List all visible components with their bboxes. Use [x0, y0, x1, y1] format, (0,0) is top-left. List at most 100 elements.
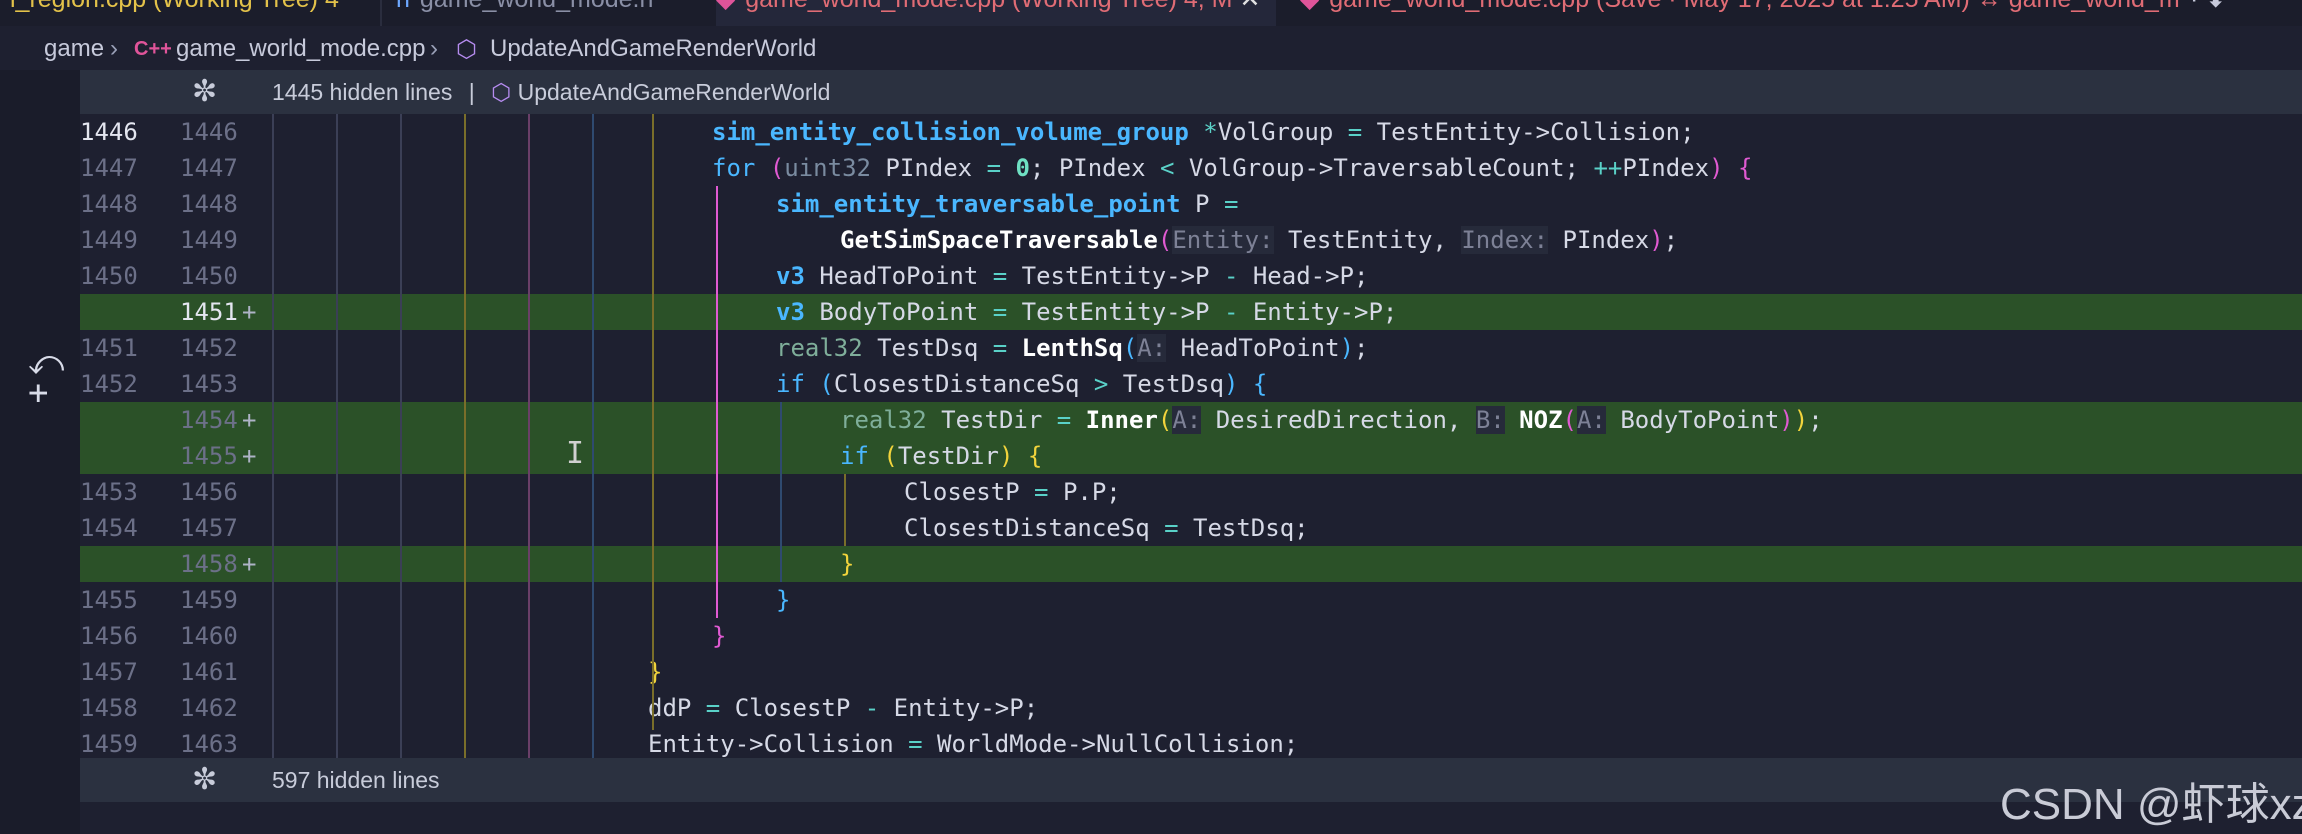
new-line-number: 1454	[180, 406, 238, 434]
indent-guide	[336, 114, 338, 758]
new-line-number: 1462	[180, 694, 238, 722]
old-line-number: 1454	[80, 514, 138, 542]
new-line-number: 1455	[180, 442, 238, 470]
code-line[interactable]: 1459 1463 Entity->Collision = WorldMode->N…	[80, 726, 2302, 762]
added-marker: +	[242, 442, 257, 470]
added-line[interactable]: 1455 + if (TestDir) {	[80, 438, 2302, 474]
code-line[interactable]: 1452 1453 if (ClosestDistanceSq > TestDsq)…	[80, 366, 2302, 402]
new-line-number: 1458	[180, 550, 238, 578]
cpp-file-icon: C++	[134, 38, 172, 60]
code-text: for (uint32 PIndex = 0; PIndex < VolGrou…	[712, 154, 1753, 182]
tab-overflow[interactable]: · ⬇	[2190, 0, 2290, 26]
hidden-count: 597 hidden lines	[272, 767, 440, 793]
new-line-number: 1452	[180, 334, 238, 362]
tab-world-mode-cpp-compare[interactable]: ◆ game_world_mode.cpp (Save · May 17, 202…	[1300, 0, 2180, 26]
hidden-lines-top[interactable]: ✼ 1445 hidden lines | ⬡ UpdateAndGameRen…	[80, 70, 2302, 114]
tab-divider	[380, 0, 382, 26]
code-line[interactable]: 1449 1449 GetSimSpaceTraversable(Entity: T…	[80, 222, 2302, 258]
code-line[interactable]: 1451 1452 real32 TestDsq = LenthSq(A: Head…	[80, 330, 2302, 366]
watermark: CSDN @虾球xz	[2000, 780, 2302, 829]
old-line-number: 1459	[80, 730, 138, 758]
code-line[interactable]: 1458 1462 ddP = ClosestP - Entity->P;	[80, 690, 2302, 726]
new-line-number: 1451	[180, 298, 238, 326]
new-line-number: 1446	[180, 118, 238, 146]
code-text: sim_entity_collision_volume_group *VolGr…	[712, 118, 1695, 146]
indent-guide	[844, 474, 846, 546]
code-text: real32 TestDir = Inner(A: DesiredDirecti…	[840, 406, 1823, 434]
code-line[interactable]: 1450 1450 v3 HeadToPoint = TestEntity->P -…	[80, 258, 2302, 294]
old-line-number: 1448	[80, 190, 138, 218]
method-icon: ⬡	[456, 36, 477, 63]
breadcrumb-symbol[interactable]: UpdateAndGameRenderWorld	[490, 35, 816, 63]
code-line[interactable]: 1455 1459}	[80, 582, 2302, 618]
added-marker: +	[242, 298, 257, 326]
code-text: }	[776, 586, 791, 614]
added-marker: +	[242, 550, 257, 578]
indent-guide	[716, 186, 718, 618]
mouse-cursor-icon: I	[566, 436, 585, 471]
indent-guide	[272, 114, 274, 758]
code-line[interactable]: 1447 1447 for (uint32 PIndex = 0; PIndex <…	[80, 150, 2302, 186]
hidden-symbol: UpdateAndGameRenderWorld	[517, 79, 831, 105]
breadcrumb-root[interactable]: game	[44, 35, 104, 63]
code-text: if (TestDir) {	[840, 442, 1043, 470]
code-line[interactable]: 1448 1448 sim_entity_traversable_point P =	[80, 186, 2302, 222]
old-line-number: 1457	[80, 658, 138, 686]
tab-label: i_region.cpp (Working Tree) 4	[10, 0, 339, 13]
added-line[interactable]: 1458 +}	[80, 546, 2302, 582]
new-line-number: 1456	[180, 478, 238, 506]
hidden-lines-bottom[interactable]: ✼ 597 hidden lines	[80, 758, 2302, 802]
code-text: ddP = ClosestP - Entity->P;	[648, 694, 1039, 722]
new-line-number: 1461	[180, 658, 238, 686]
new-line-number: 1460	[180, 622, 238, 650]
old-line-number: 1449	[80, 226, 138, 254]
code-text: Entity->Collision = WorldMode->NullColli…	[648, 730, 1299, 758]
old-line-number: 1456	[80, 622, 138, 650]
breadcrumb-file[interactable]: game_world_mode.cpp	[176, 35, 425, 63]
tab-world-mode-h[interactable]: h game_world_mode.h	[396, 0, 696, 26]
indent-guide	[652, 114, 654, 730]
code-text: ClosestDistanceSq = TestDsq;	[904, 514, 1309, 542]
cpp-file-icon: ◆	[716, 0, 735, 13]
new-line-number: 1459	[180, 586, 238, 614]
code-line[interactable]: 1446 1446 sim_entity_collision_volume_grou…	[80, 114, 2302, 150]
indent-guide	[592, 114, 594, 758]
hidden-count: 1445 hidden lines	[272, 79, 453, 105]
cpp-file-icon: ◆	[1300, 0, 1319, 13]
old-line-number: 1447	[80, 154, 138, 182]
added-line[interactable]: 1454 + real32 TestDir = Inner(A: DesiredDi…	[80, 402, 2302, 438]
new-line-number: 1450	[180, 262, 238, 290]
code-line[interactable]: 1454 1457 ClosestDistanceSq = TestDsq;	[80, 510, 2302, 546]
old-line-number: 1455	[80, 586, 138, 614]
more-icon[interactable]: · ⬇	[2190, 0, 2226, 13]
indent-guide	[464, 114, 466, 758]
h-file-icon: h	[396, 0, 410, 13]
tab-label: game_world_mode.h	[420, 0, 653, 13]
code-line[interactable]: 1456 1460}	[80, 618, 2302, 654]
stage-plus-icon[interactable]: +	[28, 376, 48, 410]
new-line-number: 1447	[180, 154, 238, 182]
old-line-number: 1450	[80, 262, 138, 290]
code-text: sim_entity_traversable_point P =	[776, 190, 1239, 218]
breadcrumb: game › C++ game_world_mode.cpp › ⬡ Updat…	[0, 26, 2302, 70]
tab-world-mode-cpp-working[interactable]: ◆ game_world_mode.cpp (Working Tree) 4, M…	[716, 0, 1276, 26]
old-line-number: 1446	[80, 118, 138, 146]
tab-region-cpp[interactable]: i_region.cpp (Working Tree) 4	[10, 0, 370, 26]
indent-guide	[780, 402, 782, 582]
unfold-icon[interactable]: ✼	[192, 74, 217, 109]
new-line-number: 1453	[180, 370, 238, 398]
chevron-right-icon: ›	[110, 35, 118, 62]
method-icon: ⬡	[491, 79, 512, 105]
code-line[interactable]: 1457 1461}	[80, 654, 2302, 690]
code-text: GetSimSpaceTraversable(Entity: TestEntit…	[840, 226, 1679, 254]
code-text: v3 BodyToPoint = TestEntity->P - Entity-…	[776, 298, 1398, 326]
old-line-number: 1453	[80, 478, 138, 506]
code-line[interactable]: 1453 1456 ClosestP = P.P;	[80, 474, 2302, 510]
close-icon[interactable]: ✕	[1239, 0, 1260, 13]
diff-gutter: ⤺ +	[0, 70, 80, 834]
added-line[interactable]: 1451 + v3 BodyToPoint = TestEntity->P - En…	[80, 294, 2302, 330]
added-marker: +	[242, 406, 257, 434]
tab-label: game_world_mode.cpp (Save · May 17, 2025…	[1329, 0, 2180, 13]
unfold-icon[interactable]: ✼	[192, 762, 217, 797]
old-line-number: 1451	[80, 334, 138, 362]
